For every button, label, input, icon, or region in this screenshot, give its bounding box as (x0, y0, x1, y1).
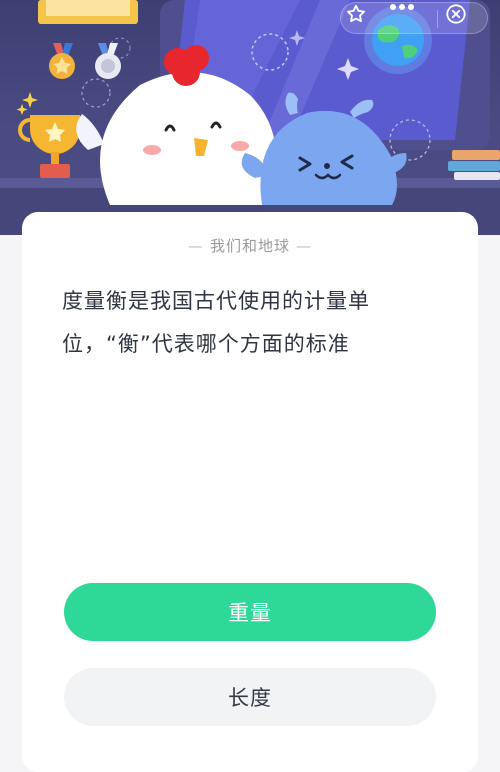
close-circle-icon[interactable] (445, 3, 481, 35)
hero-illustration (0, 0, 500, 235)
quiz-card: — 我们和地球 — 度量衡是我国古代使用的计量单 位，“衡”代表哪个方面的标准 重量… (22, 212, 478, 772)
mini-program-capsule (340, 2, 488, 34)
question-text: 度量衡是我国古代使用的计量单 位，“衡”代表哪个方面的标准 (62, 280, 422, 366)
gold-medal-icon (49, 43, 75, 79)
question-line-2: 位，“衡”代表哪个方面的标准 (62, 332, 350, 356)
title-dash-right: — (296, 237, 312, 255)
question-line-1: 度量衡是我国古代使用的计量单 (62, 289, 370, 313)
capsule-divider (437, 10, 438, 28)
section-title: — 我们和地球 — (22, 235, 478, 256)
more-dots-icon[interactable] (389, 3, 425, 35)
star-outline-icon[interactable] (345, 3, 381, 35)
title-dash-left: — (187, 237, 204, 255)
hero-banner (0, 0, 500, 235)
answer-option-2-label: 长度 (228, 686, 272, 710)
silver-medal-icon (95, 43, 121, 79)
section-title-text: 我们和地球 (209, 237, 290, 255)
answer-option-1[interactable]: 重量 (64, 583, 436, 641)
answer-option-2[interactable]: 长度 (64, 668, 436, 726)
book-stack (452, 150, 500, 160)
answer-option-1-label: 重量 (228, 601, 272, 625)
